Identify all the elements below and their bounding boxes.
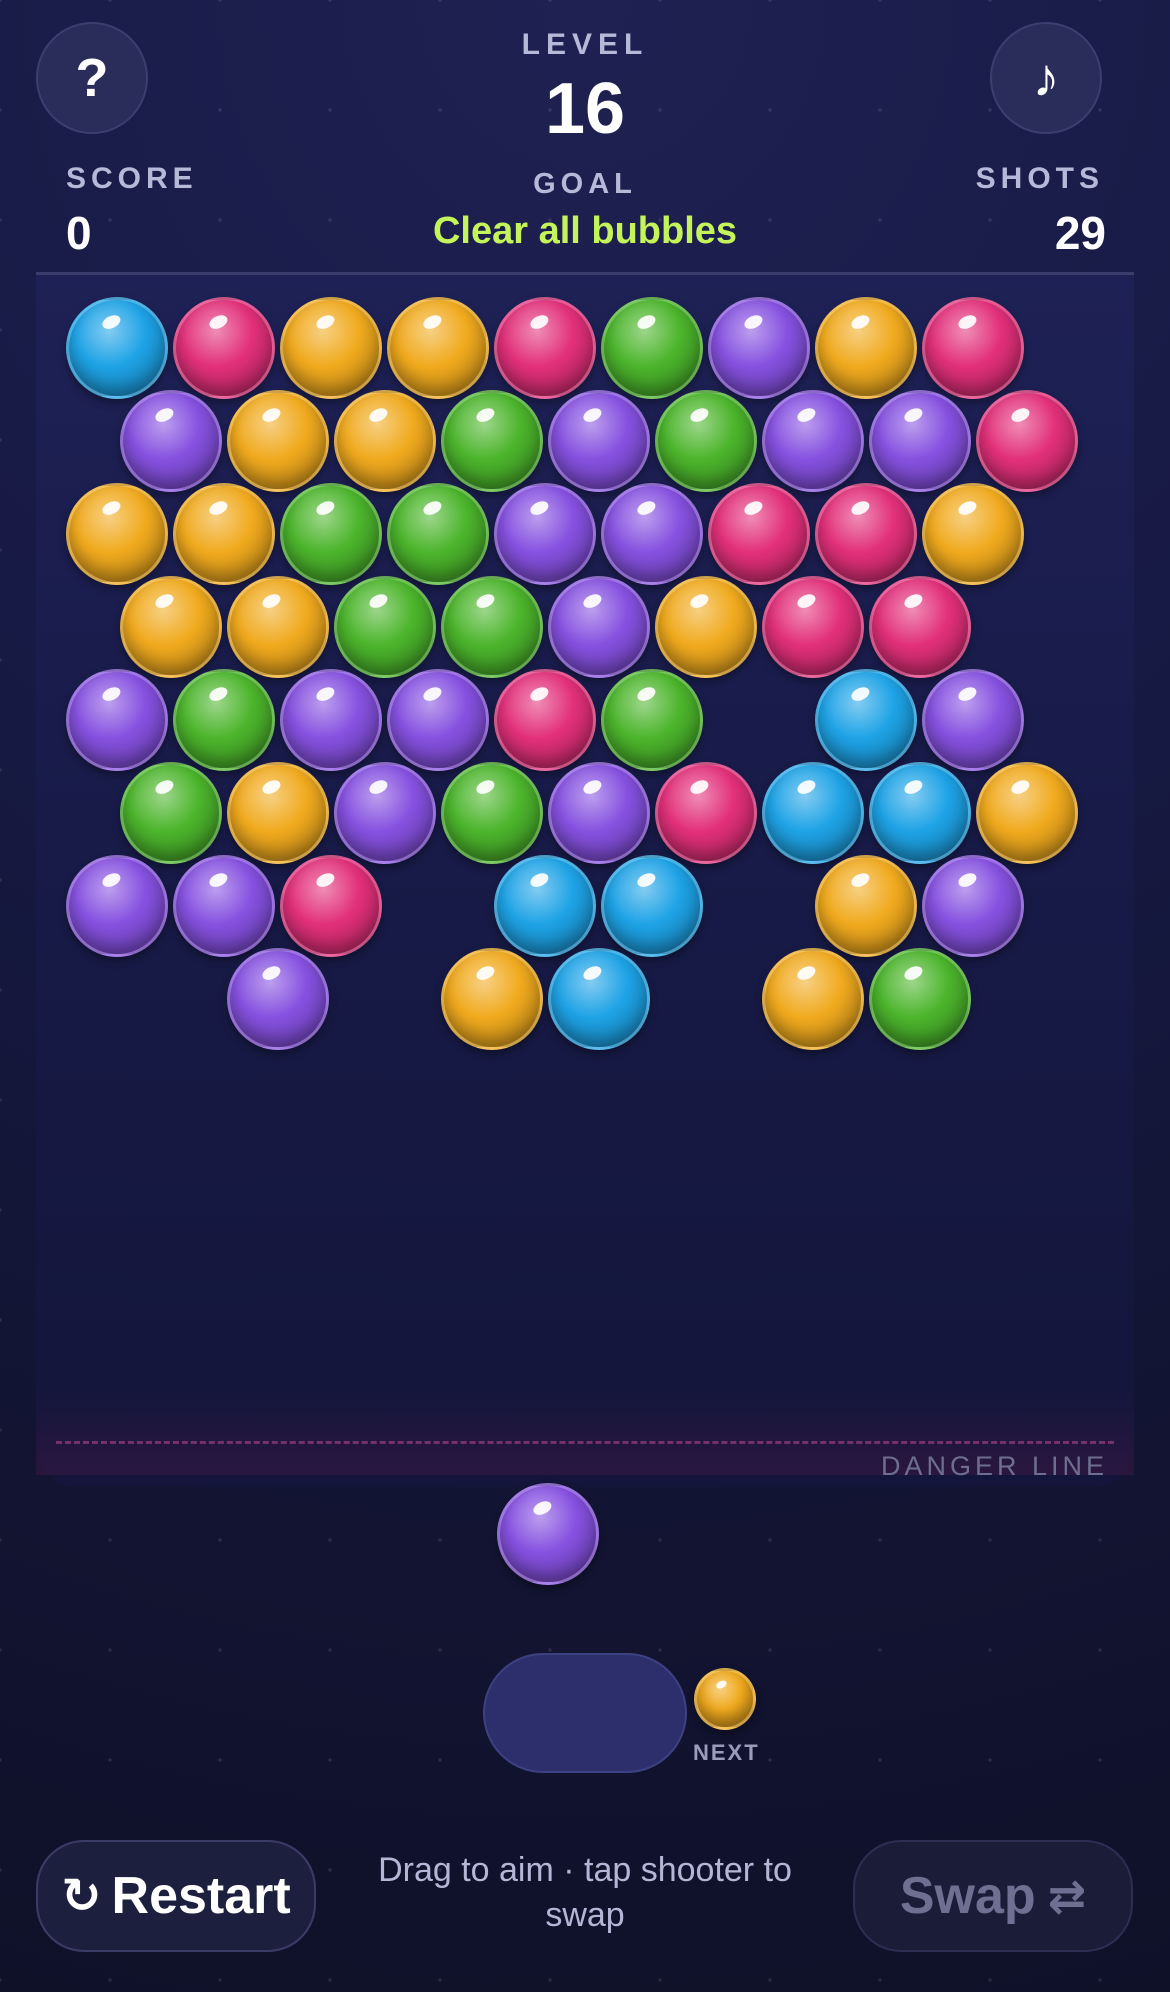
bubble-pink <box>654 762 757 864</box>
goal-text: Clear all bubbles <box>432 210 738 252</box>
bubble-pink <box>494 669 596 771</box>
bubble-green <box>601 297 703 399</box>
bubble-yellow <box>333 390 436 492</box>
bubble-green <box>280 483 382 585</box>
bubble-yellow <box>173 483 275 585</box>
bubble-purple <box>333 762 436 864</box>
current-bubble[interactable] <box>497 1483 599 1585</box>
shooter-launcher[interactable] <box>483 1653 687 1773</box>
next-label: NEXT <box>693 1740 760 1765</box>
bubble-purple <box>226 948 329 1050</box>
bubble-pink <box>868 576 971 678</box>
instruction-hint: Drag to aim · tap shooter to swap <box>378 1851 792 1934</box>
bubble-purple <box>601 483 703 585</box>
bubble-board[interactable]: DANGER LINE <box>36 272 1134 1487</box>
bubble-purple <box>708 297 810 399</box>
bubble-green <box>440 762 543 864</box>
swap-button[interactable]: Swap ⇄ <box>853 1840 1133 1952</box>
bubble-yellow <box>922 483 1024 585</box>
bubble-purple <box>868 390 971 492</box>
bubble-purple <box>547 762 650 864</box>
swap-label: Swap <box>899 1867 1036 1925</box>
bubble-purple <box>761 390 864 492</box>
bubble-purple <box>66 669 168 771</box>
danger-line-label: DANGER LINE <box>880 1451 1108 1481</box>
bubble-pink <box>975 390 1078 492</box>
level-value: 16 <box>544 69 626 149</box>
bubble-pink <box>173 297 275 399</box>
bubble-yellow <box>440 948 543 1050</box>
restart-label: Restart <box>111 1867 291 1925</box>
bubble-blue <box>601 855 703 957</box>
bubble-purple <box>922 669 1024 771</box>
bubble-blue <box>815 669 917 771</box>
bubble-purple <box>387 669 489 771</box>
bubble-blue <box>66 297 168 399</box>
swap-icon: ⇄ <box>1047 1870 1087 1922</box>
restart-icon: ↻ <box>61 1870 102 1923</box>
bubble-purple <box>66 855 168 957</box>
bubble-purple <box>547 390 650 492</box>
bubble-yellow <box>280 297 382 399</box>
bubble-pink <box>280 855 382 957</box>
bubble-pink <box>922 297 1024 399</box>
bubble-yellow <box>226 390 329 492</box>
bubble-yellow <box>387 297 489 399</box>
shots-value: 29 <box>1054 207 1106 259</box>
level-label: LEVEL <box>521 28 649 61</box>
bubble-yellow <box>654 576 757 678</box>
bubble-purple <box>494 483 596 585</box>
bubble-green <box>654 390 757 492</box>
bubble-green <box>868 948 971 1050</box>
bubble-purple <box>922 855 1024 957</box>
bubble-yellow <box>815 297 917 399</box>
bubble-pink <box>708 483 810 585</box>
bubble-yellow <box>66 483 168 585</box>
shots-label: SHOTS <box>975 162 1104 195</box>
bubble-purple <box>173 855 275 957</box>
bubble-green <box>333 576 436 678</box>
bubble-pink <box>761 576 864 678</box>
bubble-purple <box>547 576 650 678</box>
bubble-purple <box>119 390 222 492</box>
bubble-green <box>601 669 703 771</box>
bubble-blue <box>547 948 650 1050</box>
bubble-yellow <box>761 948 864 1050</box>
restart-button[interactable]: ↻ Restart <box>36 1840 316 1952</box>
bubble-blue <box>761 762 864 864</box>
bubble-green <box>440 390 543 492</box>
next-bubble <box>694 1668 756 1730</box>
bubble-pink <box>815 483 917 585</box>
bubble-blue <box>494 855 596 957</box>
bubble-yellow <box>975 762 1078 864</box>
bubble-yellow <box>226 762 329 864</box>
bubble-yellow <box>815 855 917 957</box>
bubble-pink <box>494 297 596 399</box>
danger-line <box>56 1441 1114 1444</box>
bubble-green <box>387 483 489 585</box>
bubble-purple <box>280 669 382 771</box>
bubble-green <box>173 669 275 771</box>
bubble-yellow <box>226 576 329 678</box>
bubble-green <box>440 576 543 678</box>
bubble-blue <box>868 762 971 864</box>
bubble-green <box>119 762 222 864</box>
game-screen: ? ♪ LEVEL 16 SCORE 0 GOAL Clear all bubb… <box>0 0 1170 1992</box>
bubble-yellow <box>119 576 222 678</box>
